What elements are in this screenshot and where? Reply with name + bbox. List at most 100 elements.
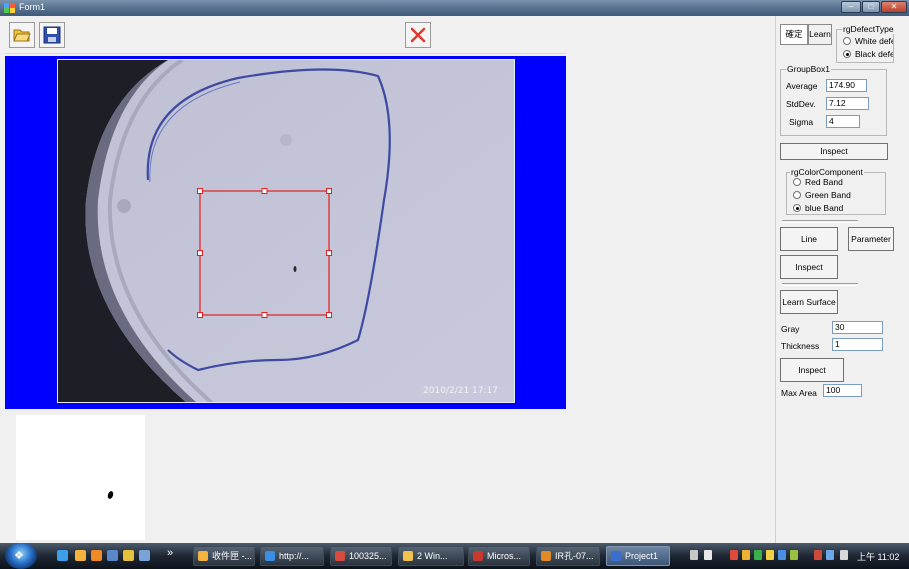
stddev-label: StdDev. bbox=[786, 99, 816, 109]
taskbar-item-browser[interactable]: http://... bbox=[260, 546, 324, 566]
sigma-field[interactable]: 4 bbox=[826, 115, 860, 128]
white-defect-label: White defe bbox=[855, 36, 893, 46]
quick-launch-media-icon[interactable] bbox=[91, 550, 102, 561]
average-label: Average bbox=[786, 81, 818, 91]
groupbox1: GroupBox1 Average 174.90 StdDev. 7.12 Si… bbox=[780, 64, 887, 136]
quick-launch-mail-icon[interactable] bbox=[75, 550, 86, 561]
taskbar: ❖ » 收件匣 -... http://... 100325... 2 Win.… bbox=[0, 543, 909, 569]
quick-launch-window-icon[interactable] bbox=[139, 550, 150, 561]
gray-label: Gray bbox=[781, 324, 800, 334]
tray-app-icon[interactable] bbox=[778, 550, 786, 560]
gray-field[interactable]: 30 bbox=[832, 321, 883, 334]
tray-keyboard-icon[interactable] bbox=[690, 550, 698, 560]
red-band-radio[interactable] bbox=[793, 178, 801, 186]
form-client-area: 2010/2/21 17:17 確定 Learn rgDefectType Wh… bbox=[0, 16, 909, 543]
taskbar-item-project1[interactable]: Project1 bbox=[606, 546, 670, 566]
separator bbox=[782, 283, 858, 286]
color-component-group: rgColorComponent Red Band Green Band blu… bbox=[786, 167, 886, 215]
folder-app-icon bbox=[403, 551, 413, 561]
panel-divider bbox=[775, 16, 776, 543]
window-title: Form1 bbox=[19, 2, 46, 12]
average-field[interactable]: 174.90 bbox=[826, 79, 867, 92]
taskbar-item-mail[interactable]: 收件匣 -... bbox=[193, 546, 255, 566]
max-area-label: Max Area bbox=[781, 388, 817, 398]
max-area-field[interactable]: 100 bbox=[823, 384, 862, 397]
defect-result-preview bbox=[16, 415, 145, 540]
title-bar: Form1 – □ ✕ bbox=[0, 0, 909, 16]
defect-type-title: rgDefectType bbox=[842, 24, 895, 34]
toolbar bbox=[5, 18, 566, 54]
thickness-label: Thickness bbox=[781, 341, 820, 351]
quick-launch-messenger-icon[interactable] bbox=[123, 550, 134, 561]
tray-app-icon[interactable] bbox=[790, 550, 798, 560]
tab-confirm[interactable]: 確定 bbox=[780, 24, 808, 45]
image-viewer[interactable]: 2010/2/21 17:17 bbox=[5, 56, 566, 409]
quick-launch-desktop-icon[interactable] bbox=[107, 550, 118, 561]
taskbar-clock[interactable]: 上午 11:02 bbox=[857, 550, 899, 563]
taskbar-item-explorer-group[interactable]: 2 Win... bbox=[398, 546, 464, 566]
close-button[interactable]: ✕ bbox=[881, 1, 907, 13]
app-icon bbox=[4, 3, 15, 13]
green-band-label: Green Band bbox=[805, 190, 851, 200]
tray-warning-icon[interactable] bbox=[730, 550, 738, 560]
blue-band-radio[interactable] bbox=[793, 204, 801, 212]
thickness-field[interactable]: 1 bbox=[832, 338, 883, 351]
tab-learn[interactable]: Learn bbox=[808, 24, 832, 45]
taskbar-item-label: Micros... bbox=[487, 551, 522, 561]
defect-type-group: rgDefectType White defe Black defe bbox=[836, 24, 895, 63]
taskbar-item-label: http://... bbox=[279, 551, 310, 561]
taskbar-item-label: 2 Win... bbox=[417, 551, 448, 561]
tray-app-icon[interactable] bbox=[814, 550, 822, 560]
black-defect-radio[interactable] bbox=[843, 50, 851, 58]
document-app-icon bbox=[335, 551, 345, 561]
save-disk-icon bbox=[43, 26, 61, 44]
tray-volume-icon[interactable] bbox=[840, 550, 848, 560]
taskbar-item-label: 收件匣 -... bbox=[212, 551, 252, 561]
taskbar-item-document[interactable]: 100325... bbox=[330, 546, 392, 566]
folder-open-icon bbox=[13, 29, 31, 42]
red-band-label: Red Band bbox=[805, 177, 843, 187]
maximize-button[interactable]: □ bbox=[862, 1, 880, 13]
line-button[interactable]: Line bbox=[780, 227, 838, 251]
blue-band-label: blue Band bbox=[805, 203, 844, 213]
windows-logo-icon: ❖ bbox=[14, 550, 24, 562]
project-app-icon bbox=[611, 551, 621, 561]
taskbar-item-label: 100325... bbox=[349, 551, 387, 561]
black-defect-label: Black defe bbox=[855, 49, 893, 59]
file-app-icon bbox=[541, 551, 551, 561]
white-defect-radio[interactable] bbox=[843, 37, 851, 45]
tray-app-icon[interactable] bbox=[754, 550, 762, 560]
specimen-picture bbox=[58, 60, 514, 402]
sigma-label: Sigma bbox=[789, 117, 814, 127]
browser-app-icon bbox=[265, 551, 275, 561]
taskbar-item-label: Project1 bbox=[625, 551, 659, 561]
quick-launch-more[interactable]: » bbox=[167, 547, 173, 559]
taskbar-item-office[interactable]: Micros... bbox=[468, 546, 530, 566]
stddev-field[interactable]: 7.12 bbox=[826, 97, 869, 110]
inspect-stats-button[interactable]: Inspect bbox=[780, 143, 888, 160]
green-band-radio[interactable] bbox=[793, 191, 801, 199]
office-app-icon bbox=[473, 551, 483, 561]
tray-app-icon[interactable] bbox=[766, 550, 774, 560]
tray-app-icon[interactable] bbox=[742, 550, 750, 560]
taskbar-item-label: IR孔-07... bbox=[555, 551, 594, 561]
open-button[interactable] bbox=[9, 22, 35, 48]
color-component-title: rgColorComponent bbox=[790, 167, 864, 177]
start-button[interactable]: ❖ bbox=[5, 543, 37, 569]
exit-button[interactable] bbox=[405, 22, 431, 48]
image-timestamp: 2010/2/21 17:17 bbox=[423, 386, 498, 396]
minimize-button[interactable]: – bbox=[841, 1, 861, 13]
inspection-image[interactable]: 2010/2/21 17:17 bbox=[57, 59, 515, 403]
red-x-icon bbox=[410, 27, 426, 43]
inspect-surface-button[interactable]: Inspect bbox=[780, 358, 844, 382]
tray-network-icon[interactable] bbox=[826, 550, 834, 560]
quick-launch-ie-icon[interactable] bbox=[57, 550, 68, 561]
inspect-line-button[interactable]: Inspect bbox=[780, 255, 838, 279]
groupbox1-title: GroupBox1 bbox=[786, 64, 831, 74]
learn-surface-button[interactable]: Learn Surface bbox=[780, 290, 838, 314]
defect-blob bbox=[106, 490, 115, 500]
parameter-button[interactable]: Parameter bbox=[848, 227, 894, 251]
tray-pen-icon[interactable] bbox=[704, 550, 712, 560]
save-button[interactable] bbox=[39, 22, 65, 48]
taskbar-item-file[interactable]: IR孔-07... bbox=[536, 546, 600, 566]
